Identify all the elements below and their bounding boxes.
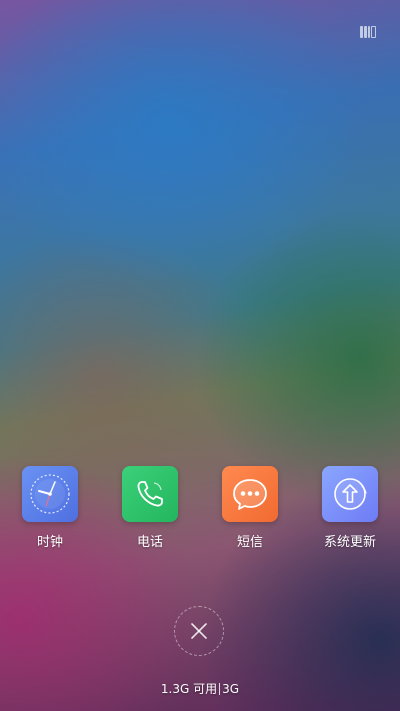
memory-total: 3G	[222, 682, 240, 696]
recent-apps-row: 时钟 电话 短信 系统更新	[0, 466, 400, 556]
chat-bubble-icon	[222, 466, 278, 522]
memory-available: 1.3G 可用	[160, 682, 218, 696]
app-label: 电话	[136, 535, 163, 550]
recent-app-system-update[interactable]: 系统更新	[313, 466, 387, 550]
app-label: 时钟	[36, 535, 63, 550]
memory-status: 1.3G 可用 3G	[0, 680, 400, 697]
app-label: 短信	[236, 535, 263, 550]
divider	[219, 683, 221, 695]
recent-app-phone[interactable]: 电话	[113, 466, 187, 550]
recent-app-sms[interactable]: 短信	[213, 466, 287, 550]
wallpaper-overlay	[0, 0, 400, 711]
upload-arrow-icon	[322, 466, 378, 522]
phone-icon	[122, 466, 178, 522]
recent-app-clock[interactable]: 时钟	[13, 466, 87, 550]
close-icon	[191, 623, 207, 639]
app-label: 系统更新	[323, 535, 376, 550]
clear-all-button[interactable]	[174, 606, 224, 656]
clock-icon	[22, 466, 78, 522]
memory-usage-icon[interactable]	[360, 26, 376, 38]
